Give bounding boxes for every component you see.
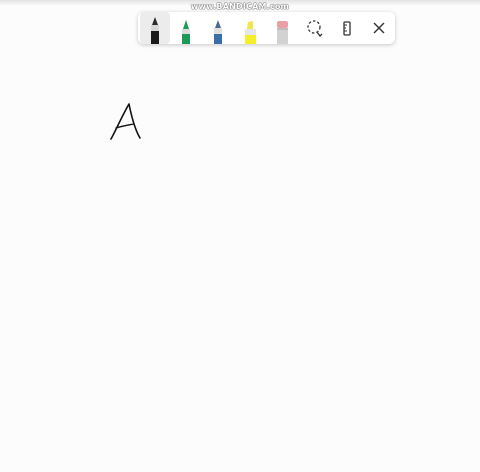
recording-watermark: www.BANDICAM.com [190, 2, 290, 11]
highlighter-button[interactable] [235, 12, 265, 44]
ink-letter-a [110, 103, 141, 140]
pencil-icon [214, 20, 222, 44]
eraser-button[interactable] [267, 12, 297, 44]
close-toolbar-button[interactable] [364, 12, 394, 44]
ruler-icon [343, 21, 351, 36]
pen-icon [182, 20, 190, 44]
eraser-icon [277, 21, 288, 44]
pencil-button[interactable] [203, 12, 233, 44]
lasso-select-button[interactable] [300, 12, 330, 44]
lasso-select-icon [307, 20, 323, 37]
highlighter-icon [245, 21, 256, 44]
ballpoint-pen-button[interactable] [140, 12, 170, 44]
close-icon [373, 22, 385, 34]
drawing-canvas[interactable] [0, 0, 480, 472]
ballpoint-pen-icon [151, 17, 159, 44]
ink-toolbar [138, 12, 395, 44]
pen-button[interactable] [171, 12, 201, 44]
ruler-button[interactable] [332, 12, 362, 44]
